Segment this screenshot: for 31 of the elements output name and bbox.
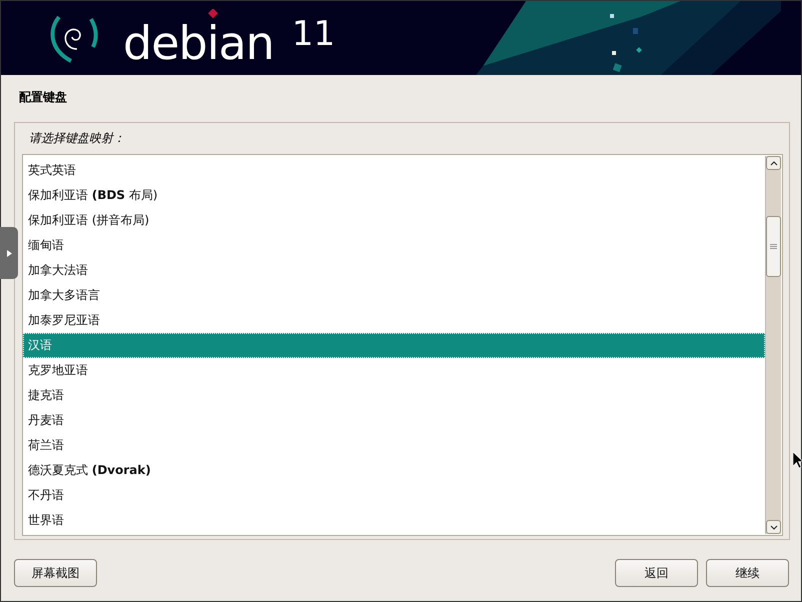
mouse-cursor-icon [793,452,802,468]
scroll-up-button[interactable] [766,156,781,170]
version-number: 11 [292,14,336,54]
keymap-option[interactable]: 保加利亚语 (拼音布局) [23,208,765,233]
screenshot-button[interactable]: 屏幕截图 [14,559,97,587]
brand-name: debian [123,26,274,60]
keymap-option[interactable]: 丹麦语 [23,408,765,433]
keymap-option[interactable]: 英式英语 [23,158,765,183]
keymap-option[interactable]: 不丹语 [23,483,765,508]
continue-button[interactable]: 继续 [706,559,789,587]
keymap-option[interactable]: 加拿大多语言 [23,283,765,308]
caret-down-icon [770,524,778,530]
diamond-icon [208,9,218,19]
scroll-thumb[interactable] [766,216,781,277]
keymap-option[interactable]: 德沃夏克式 (Dvorak) [23,458,765,483]
keymap-option[interactable]: 保加利亚语 (BDS 布局) [23,183,765,208]
scrollbar[interactable] [765,156,781,534]
keymap-option[interactable]: 荷兰语 [23,433,765,458]
prompt-label: 请选择键盘映射： [28,130,126,147]
caret-up-icon [770,160,778,166]
keymap-option[interactable]: 缅甸语 [23,233,765,258]
page-title: 配置键盘 [18,89,68,106]
keymap-option[interactable]: 汉语 [23,333,765,358]
keymap-option[interactable]: 克罗地亚语 [23,358,765,383]
keymap-option[interactable]: 加拿大法语 [23,258,765,283]
keymap-option[interactable]: 加泰罗尼亚语 [23,308,765,333]
side-panel-handle[interactable] [0,227,18,279]
keymap-option[interactable]: 捷克语 [23,383,765,408]
back-button[interactable]: 返回 [615,559,698,587]
keymap-option[interactable]: 世界语 [23,508,765,533]
scroll-down-button[interactable] [766,520,781,534]
